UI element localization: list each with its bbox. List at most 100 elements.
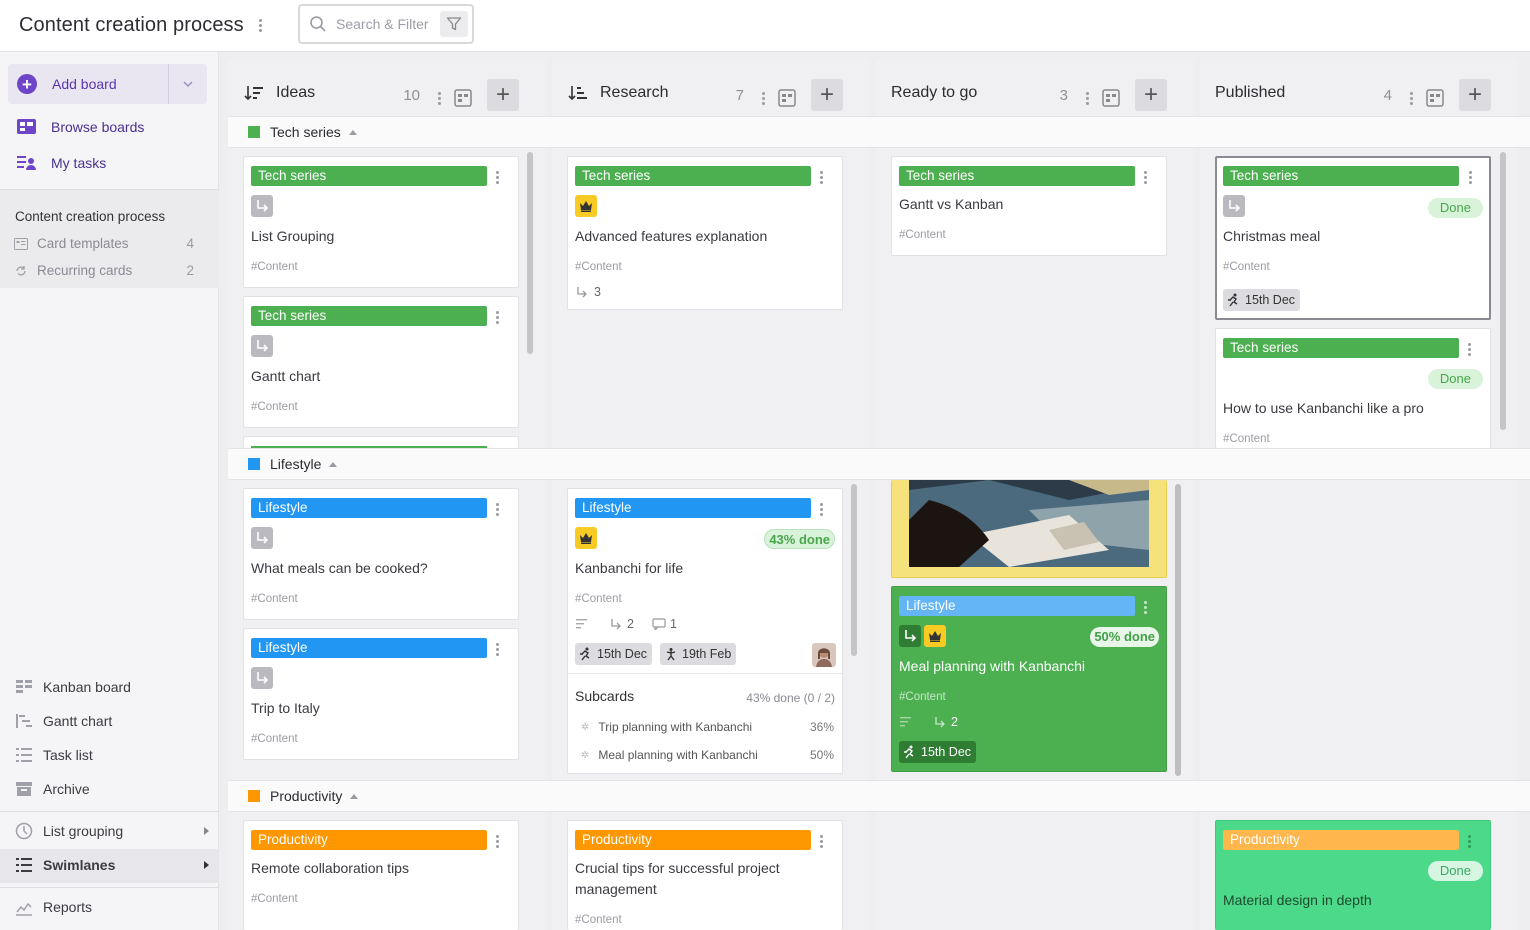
task-list-icon xyxy=(16,748,32,762)
subcard-icon xyxy=(251,667,273,689)
status-badge: Done xyxy=(1427,369,1483,389)
avatar[interactable] xyxy=(812,643,836,667)
recurring-cards-item[interactable]: Recurring cards 2 xyxy=(14,263,194,278)
card-menu-icon[interactable] xyxy=(1465,168,1475,186)
due-date-chip[interactable]: 19th Feb xyxy=(660,643,737,665)
card-menu-icon[interactable] xyxy=(492,308,502,326)
date-chip[interactable]: 15th Dec xyxy=(1223,289,1301,311)
search-input[interactable] xyxy=(336,16,436,32)
card-menu-icon[interactable] xyxy=(1464,340,1474,358)
card-menu-icon[interactable] xyxy=(816,832,826,850)
column-title-research: Research xyxy=(600,84,669,101)
card[interactable]: Lifestyle Trip to Italy #Content xyxy=(243,628,519,760)
card-menu-icon[interactable] xyxy=(1140,598,1150,616)
card[interactable]: Tech series Done How to use Kanbanchi li… xyxy=(1215,328,1491,448)
collapse-icon[interactable] xyxy=(329,461,338,467)
swimlane-header-tech-series[interactable]: Tech series xyxy=(228,116,1530,148)
card-title: What meals can be cooked? xyxy=(251,560,428,576)
card-view-icon[interactable] xyxy=(1102,89,1120,107)
subcard-item[interactable]: ✲ Meal planning with Kanbanchi 50% xyxy=(575,745,837,765)
drag-icon[interactable]: ✲ xyxy=(581,722,589,733)
lane-name: Tech series xyxy=(270,124,341,140)
browse-boards-link[interactable]: Browse boards xyxy=(16,118,144,136)
subcard-arrow-icon xyxy=(577,286,587,297)
view-task-list[interactable]: Task list xyxy=(15,746,93,764)
card[interactable]: Productivity Crucial tips for successful… xyxy=(567,820,843,930)
column-header-ready-to-go[interactable]: Ready to go xyxy=(891,76,977,110)
column-menu-icon[interactable] xyxy=(758,89,768,107)
view-archive[interactable]: Archive xyxy=(15,780,90,798)
search-icon xyxy=(310,16,326,32)
view-gantt-chart[interactable]: Gantt chart xyxy=(15,712,112,730)
card-menu-icon[interactable] xyxy=(492,640,502,658)
swimlane-header-lifestyle[interactable]: Lifestyle xyxy=(228,448,1530,480)
column-header-published[interactable]: Published xyxy=(1215,76,1285,110)
date-chip[interactable]: 15th Dec xyxy=(899,741,977,763)
card-highlighted[interactable]: Productivity Done Material design in dep… xyxy=(1215,820,1491,930)
card[interactable]: Tech series Advanced features explanatio… xyxy=(567,156,843,310)
column-count-research: 7 xyxy=(735,87,744,104)
swimlane-header-productivity[interactable]: Productivity xyxy=(228,780,1530,812)
collapse-icon[interactable] xyxy=(350,793,359,799)
scrollbar[interactable] xyxy=(527,152,533,354)
lane-color-swatch xyxy=(248,790,260,802)
swimlanes-item[interactable]: Swimlanes xyxy=(15,856,209,874)
card-view-icon[interactable] xyxy=(454,89,472,107)
card-menu-icon[interactable] xyxy=(1140,168,1150,186)
card[interactable]: Tech series Gantt chart #Content xyxy=(243,296,519,428)
card-templates-item[interactable]: Card templates 4 xyxy=(14,236,194,251)
add-card-button[interactable]: + xyxy=(1135,79,1167,111)
column-menu-icon[interactable] xyxy=(1406,89,1416,107)
add-card-button[interactable]: + xyxy=(487,79,519,111)
card-menu-icon[interactable] xyxy=(492,832,502,850)
card[interactable]: Productivity Remote collaboration tips #… xyxy=(243,820,519,930)
scrollbar[interactable] xyxy=(1175,484,1181,776)
card-menu-icon[interactable] xyxy=(816,168,826,186)
card-menu-icon[interactable] xyxy=(1464,832,1474,850)
column-menu-icon[interactable] xyxy=(434,89,444,107)
card-title: Gantt vs Kanban xyxy=(899,196,1004,212)
add-card-button[interactable]: + xyxy=(1459,79,1491,111)
card[interactable]: Tech series List Grouping #Content xyxy=(243,156,519,288)
column-count-published: 4 xyxy=(1383,87,1392,104)
search-filter-box[interactable] xyxy=(298,4,474,44)
list-grouping-item[interactable]: List grouping xyxy=(15,822,209,840)
subcards-count-value: 3 xyxy=(594,285,601,299)
board-menu-icon[interactable] xyxy=(256,17,266,35)
view-kanban-board[interactable]: Kanban board xyxy=(15,678,131,696)
add-card-button[interactable]: + xyxy=(811,79,843,111)
card-view-icon[interactable] xyxy=(1426,89,1444,107)
column-header-research[interactable]: Research xyxy=(568,76,668,110)
comment-icon xyxy=(652,618,666,630)
card[interactable]: Tech series Gantt vs Kanban #Content xyxy=(891,156,1167,256)
reports-item[interactable]: Reports xyxy=(15,898,92,916)
card-selected[interactable]: Tech series Done Christmas meal #Content… xyxy=(1215,156,1491,320)
card-view-icon[interactable] xyxy=(778,89,796,107)
card-tag: Tech series xyxy=(1223,338,1459,358)
card[interactable] xyxy=(243,436,519,448)
card-expanded[interactable]: Lifestyle 43% done Kanbanchi for life #C… xyxy=(567,488,843,774)
column-header-ideas[interactable]: Ideas xyxy=(244,76,315,110)
my-tasks-link[interactable]: My tasks xyxy=(16,154,106,172)
card-menu-icon[interactable] xyxy=(492,168,502,186)
card-menu-icon[interactable] xyxy=(492,500,502,518)
card-title: Remote collaboration tips xyxy=(251,860,409,876)
card-highlighted[interactable]: Lifestyle 50% done Meal planning with Ka… xyxy=(891,586,1167,772)
card-cover-image[interactable] xyxy=(891,480,1167,578)
card[interactable]: Lifestyle What meals can be cooked? #Con… xyxy=(243,488,519,620)
start-date-chip[interactable]: 15th Dec xyxy=(575,643,653,665)
column-menu-icon[interactable] xyxy=(1082,89,1092,107)
filter-button[interactable] xyxy=(440,11,468,37)
chevron-down-icon[interactable] xyxy=(182,78,194,90)
swimlanes-label: Swimlanes xyxy=(43,857,116,873)
card-menu-icon[interactable] xyxy=(816,500,826,518)
scrollbar[interactable] xyxy=(851,484,857,656)
collapse-icon[interactable] xyxy=(348,129,357,135)
subcard-item[interactable]: ✲ Trip planning with Kanbanchi 36% xyxy=(575,717,837,737)
add-board-button[interactable]: + Add board xyxy=(8,64,207,104)
subcards-count-value: 2 xyxy=(951,715,958,729)
card-tag: Lifestyle xyxy=(251,638,487,658)
scrollbar[interactable] xyxy=(1500,152,1506,430)
my-tasks-label: My tasks xyxy=(51,155,107,171)
drag-icon[interactable]: ✲ xyxy=(581,750,589,761)
